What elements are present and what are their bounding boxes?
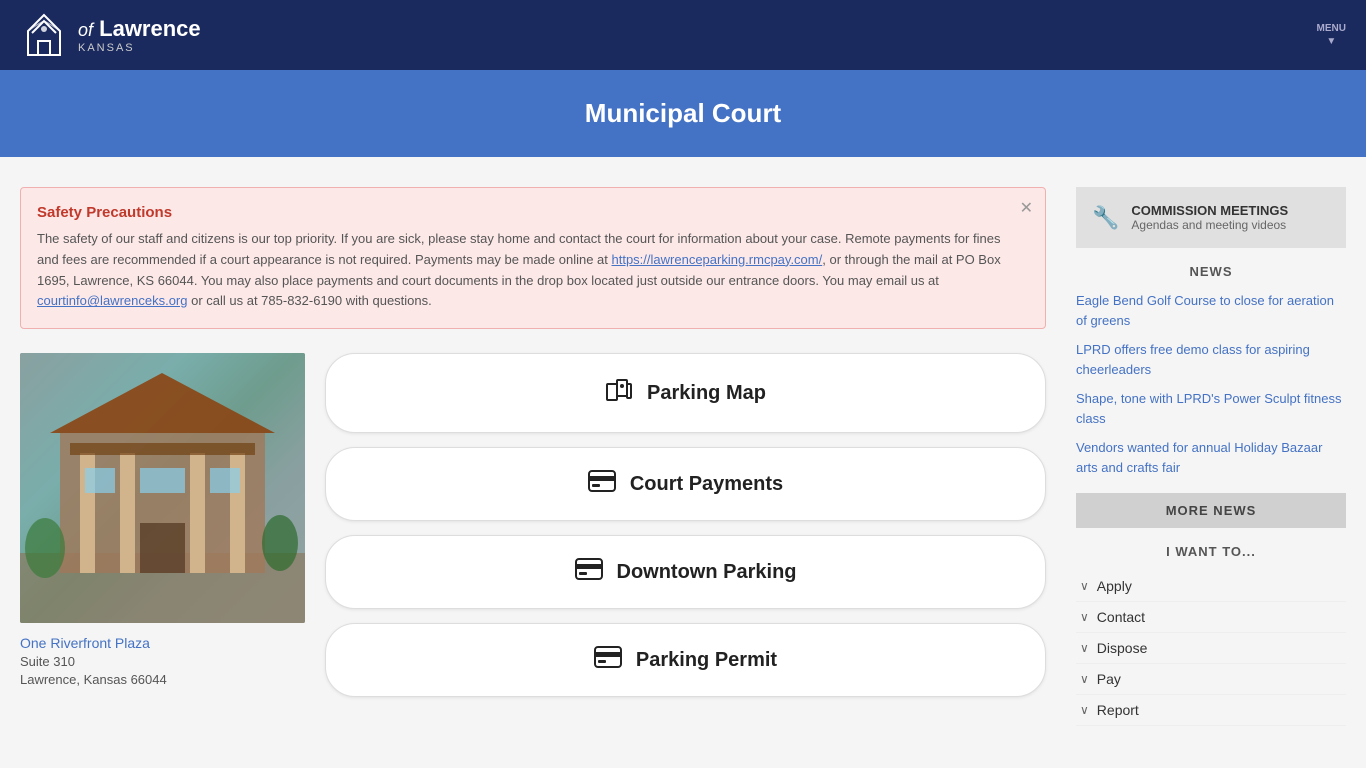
i-want-report-label: Report <box>1097 702 1139 718</box>
logo-city-name: Lawrence <box>99 16 201 41</box>
payment-icon-3 <box>594 646 622 674</box>
court-payments-label: Court Payments <box>630 473 783 496</box>
downtown-parking-button[interactable]: Downtown Parking <box>325 535 1046 609</box>
i-want-pay-label: Pay <box>1097 671 1121 687</box>
address-suite: Suite 310 <box>20 654 305 669</box>
i-want-apply[interactable]: ∨ Apply <box>1076 571 1346 602</box>
page-banner: Municipal Court <box>0 70 1366 157</box>
page-title: Municipal Court <box>0 98 1366 129</box>
court-payments-button[interactable]: Court Payments <box>325 447 1046 521</box>
safety-alert: Safety Precautions The safety of our sta… <box>20 187 1046 329</box>
logo[interactable]: of Lawrence KANSAS <box>20 11 201 59</box>
news-item[interactable]: Eagle Bend Golf Course to close for aera… <box>1076 291 1346 330</box>
action-buttons: Parking Map Court Payments <box>325 353 1046 697</box>
news-item[interactable]: LPRD offers free demo class for aspiring… <box>1076 340 1346 379</box>
building-section: One Riverfront Plaza Suite 310 Lawrence,… <box>20 353 305 687</box>
alert-text-3: or call us at 785-832-6190 with question… <box>187 293 431 308</box>
i-want-pay[interactable]: ∨ Pay <box>1076 664 1346 695</box>
commission-title: COMMISSION MEETINGS <box>1131 203 1288 218</box>
chevron-icon: ∨ <box>1080 641 1089 655</box>
left-content: Safety Precautions The safety of our sta… <box>20 187 1076 726</box>
payment-icon-2 <box>575 558 603 586</box>
i-want-contact-label: Contact <box>1097 609 1145 625</box>
address-city: Lawrence, Kansas 66044 <box>20 672 305 687</box>
alert-link-2[interactable]: courtinfo@lawrenceks.org <box>37 293 187 308</box>
i-want-contact[interactable]: ∨ Contact <box>1076 602 1346 633</box>
i-want-apply-label: Apply <box>1097 578 1132 594</box>
close-icon[interactable]: ✕ <box>1020 198 1033 218</box>
news-header: NEWS <box>1076 264 1346 279</box>
chevron-icon: ∨ <box>1080 579 1089 593</box>
commission-subtitle: Agendas and meeting videos <box>1131 218 1288 232</box>
parking-permit-label: Parking Permit <box>636 649 777 672</box>
menu-label: MENU <box>1317 23 1346 34</box>
safety-alert-body: The safety of our staff and citizens is … <box>37 229 1009 312</box>
news-item[interactable]: Vendors wanted for annual Holiday Bazaar… <box>1076 438 1346 477</box>
main-content: Safety Precautions The safety of our sta… <box>0 157 1366 756</box>
parking-map-label: Parking Map <box>647 382 766 405</box>
more-news-button[interactable]: MORE NEWS <box>1076 493 1346 528</box>
chevron-icon: ∨ <box>1080 703 1089 717</box>
safety-alert-heading: Safety Precautions <box>37 204 1009 221</box>
news-item[interactable]: Shape, tone with LPRD's Power Sculpt fit… <box>1076 389 1346 428</box>
news-section: NEWS Eagle Bend Golf Course to close for… <box>1076 264 1346 477</box>
right-sidebar: 🔧 COMMISSION MEETINGS Agendas and meetin… <box>1076 187 1346 726</box>
payment-icon-1 <box>588 470 616 498</box>
building-image <box>20 353 305 623</box>
alert-link-1[interactable]: https://lawrenceparking.rmcpay.com/ <box>612 252 823 267</box>
downtown-parking-label: Downtown Parking <box>617 561 797 584</box>
chevron-down-icon: ▼ <box>1326 36 1336 47</box>
parking-permit-button[interactable]: Parking Permit <box>325 623 1046 697</box>
site-header: of Lawrence KANSAS MENU ▼ <box>0 0 1366 70</box>
i-want-dispose[interactable]: ∨ Dispose <box>1076 633 1346 664</box>
i-want-dispose-label: Dispose <box>1097 640 1148 656</box>
content-row: One Riverfront Plaza Suite 310 Lawrence,… <box>20 353 1046 697</box>
chevron-icon: ∨ <box>1080 610 1089 624</box>
i-want-section: I WANT TO... ∨ Apply ∨ Contact ∨ Dispose… <box>1076 544 1346 726</box>
menu-button[interactable]: MENU ▼ <box>1317 23 1346 47</box>
i-want-header: I WANT TO... <box>1076 544 1346 559</box>
wrench-icon: 🔧 <box>1092 205 1119 231</box>
commission-widget[interactable]: 🔧 COMMISSION MEETINGS Agendas and meetin… <box>1076 187 1346 248</box>
i-want-report[interactable]: ∨ Report <box>1076 695 1346 726</box>
logo-of: of <box>78 20 93 40</box>
map-icon <box>605 376 633 410</box>
address-link[interactable]: One Riverfront Plaza <box>20 635 150 651</box>
parking-map-button[interactable]: Parking Map <box>325 353 1046 433</box>
logo-state: KANSAS <box>78 42 201 54</box>
building-address: One Riverfront Plaza Suite 310 Lawrence,… <box>20 635 305 687</box>
chevron-icon: ∨ <box>1080 672 1089 686</box>
